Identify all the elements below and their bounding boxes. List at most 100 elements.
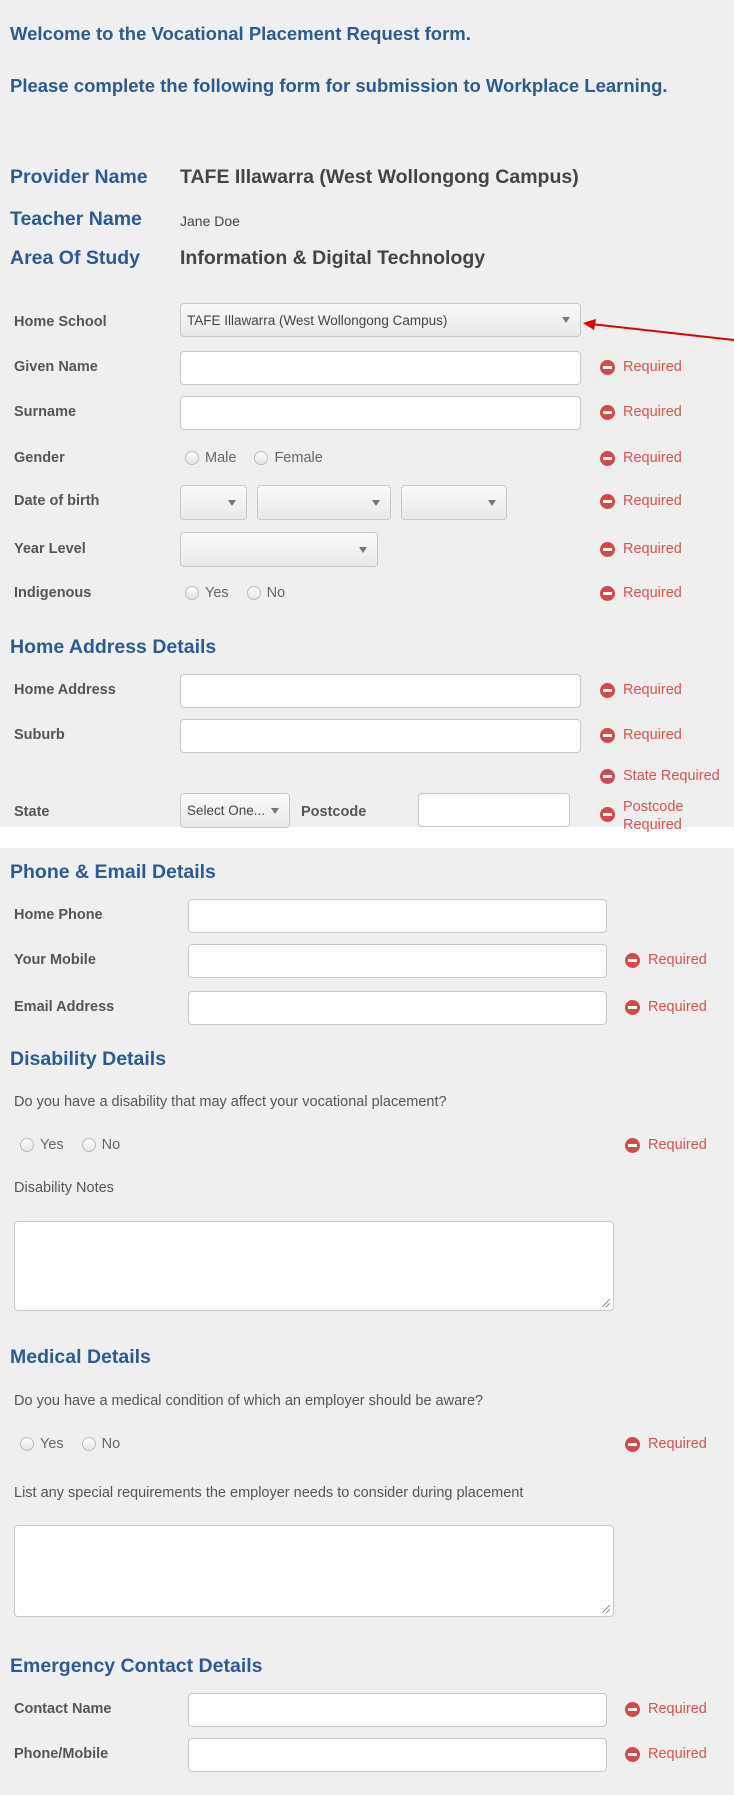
teacher-name-value: Jane Doe: [180, 213, 240, 229]
state-label: State: [14, 804, 50, 820]
radio-button[interactable]: [254, 451, 269, 465]
home-address-input[interactable]: [180, 674, 581, 708]
email-required: Required: [625, 999, 707, 1015]
disability-required: Required: [625, 1137, 707, 1153]
year-level-select[interactable]: [180, 532, 378, 567]
minus-circle-icon: [625, 1137, 640, 1153]
welcome-line-2: Please complete the following form for s…: [10, 75, 668, 96]
radio-button[interactable]: [185, 451, 199, 465]
your-mobile-input[interactable]: [188, 944, 607, 978]
chevron-down-icon: [488, 499, 496, 506]
home-school-select[interactable]: TAFE Illawarra (West Wollongong Campus): [180, 303, 581, 337]
chevron-down-icon: [271, 807, 279, 814]
email-address-label: Email Address: [14, 999, 115, 1015]
radio-button[interactable]: [20, 1138, 34, 1152]
medical-yes-option[interactable]: Yes: [20, 1436, 64, 1452]
minus-circle-icon: [625, 1746, 640, 1762]
chevron-down-icon: [562, 317, 570, 323]
area-of-study-label: Area Of Study: [10, 247, 141, 269]
radio-button[interactable]: [81, 1138, 96, 1152]
minus-circle-icon: [625, 952, 640, 968]
minus-circle-icon: [625, 1701, 640, 1717]
indigenous-yes-option[interactable]: Yes: [185, 585, 229, 601]
chevron-down-icon: [372, 499, 380, 506]
surname-label: Surname: [14, 404, 77, 420]
radio-button[interactable]: [185, 586, 199, 600]
suburb-required: Required: [600, 727, 682, 743]
provider-name-label: Provider Name: [10, 166, 148, 188]
minus-circle-icon: [600, 450, 615, 466]
indigenous-label: Indigenous: [14, 585, 92, 601]
medical-no-option[interactable]: No: [81, 1436, 120, 1452]
contact-phone-input[interactable]: [188, 1738, 607, 1772]
postcode-input[interactable]: [418, 793, 570, 827]
radio-button[interactable]: [246, 586, 261, 600]
contact-phone-required: Required: [625, 1746, 707, 1762]
dob-year-select[interactable]: [401, 485, 507, 520]
gender-male-option[interactable]: Male: [185, 450, 236, 466]
your-mobile-label: Your Mobile: [14, 952, 96, 968]
mobile-required: Required: [625, 952, 707, 968]
state-select[interactable]: Select One...: [180, 793, 290, 828]
home-school-selected-value: TAFE Illawarra (West Wollongong Campus): [187, 312, 448, 328]
given-name-input[interactable]: [180, 351, 581, 385]
given-name-label: Given Name: [14, 359, 98, 375]
home-address-required: Required: [600, 682, 682, 698]
minus-circle-icon: [600, 493, 615, 509]
dob-day-select[interactable]: [180, 485, 247, 520]
resize-handle-icon[interactable]: [602, 1299, 610, 1307]
emergency-heading: Emergency Contact Details: [10, 1655, 263, 1677]
dob-month-select[interactable]: [257, 485, 391, 520]
surname-input[interactable]: [180, 396, 581, 430]
minus-circle-icon: [600, 682, 615, 698]
minus-circle-icon: [600, 807, 615, 822]
chevron-down-icon: [228, 499, 236, 506]
disability-yes-option[interactable]: Yes: [20, 1137, 64, 1153]
home-phone-input[interactable]: [188, 899, 607, 933]
teacher-name-label: Teacher Name: [10, 208, 142, 230]
home-phone-label: Home Phone: [14, 907, 103, 923]
gender-required: Required: [600, 450, 682, 466]
phone-email-heading: Phone & Email Details: [10, 861, 216, 883]
disability-no-option[interactable]: No: [81, 1137, 120, 1153]
minus-circle-icon: [625, 1436, 640, 1452]
special-requirements-label: List any special requirements the employ…: [14, 1485, 524, 1501]
minus-circle-icon: [600, 541, 615, 557]
contact-name-label: Contact Name: [14, 1701, 112, 1717]
disability-question: Do you have a disability that may affect…: [14, 1094, 447, 1110]
welcome-line-1: Welcome to the Vocational Placement Requ…: [10, 23, 471, 44]
indigenous-no-option[interactable]: No: [246, 585, 285, 601]
chevron-down-icon: [359, 546, 367, 553]
radio-button[interactable]: [20, 1437, 34, 1451]
postcode-required: Postcode Required: [600, 798, 693, 834]
dob-required: Required: [600, 493, 682, 509]
indigenous-required: Required: [600, 585, 682, 601]
gender-label: Gender: [14, 450, 65, 466]
contact-name-input[interactable]: [188, 1693, 607, 1727]
resize-handle-icon[interactable]: [602, 1605, 610, 1613]
home-school-label: Home School: [14, 314, 107, 330]
form-panel-personal: Welcome to the Vocational Placement Requ…: [0, 0, 734, 833]
postcode-label: Postcode: [301, 804, 367, 820]
medical-required: Required: [625, 1436, 707, 1452]
form-panel-contact: Phone & Email Details Home Phone Your Mo…: [0, 848, 734, 1795]
annotation-arrow: [583, 319, 734, 341]
minus-circle-icon: [600, 585, 615, 601]
surname-required: Required: [600, 404, 682, 420]
suburb-input[interactable]: [180, 719, 581, 753]
minus-circle-icon: [600, 359, 615, 375]
year-level-label: Year Level: [14, 541, 86, 557]
disability-notes-textarea[interactable]: [14, 1221, 614, 1311]
gender-female-option[interactable]: Female: [254, 450, 323, 466]
contact-name-required: Required: [625, 1701, 707, 1717]
disability-notes-label: Disability Notes: [14, 1180, 114, 1196]
minus-circle-icon: [600, 727, 615, 743]
radio-button[interactable]: [81, 1437, 96, 1451]
disability-heading: Disability Details: [10, 1048, 167, 1070]
disability-radio-group: Yes No: [20, 1137, 138, 1153]
gender-radio-group: Male Female: [185, 450, 341, 466]
email-address-input[interactable]: [188, 991, 607, 1025]
date-of-birth-label: Date of birth: [14, 493, 100, 509]
medical-question: Do you have a medical condition of which…: [14, 1393, 484, 1409]
special-requirements-textarea[interactable]: [14, 1525, 614, 1617]
